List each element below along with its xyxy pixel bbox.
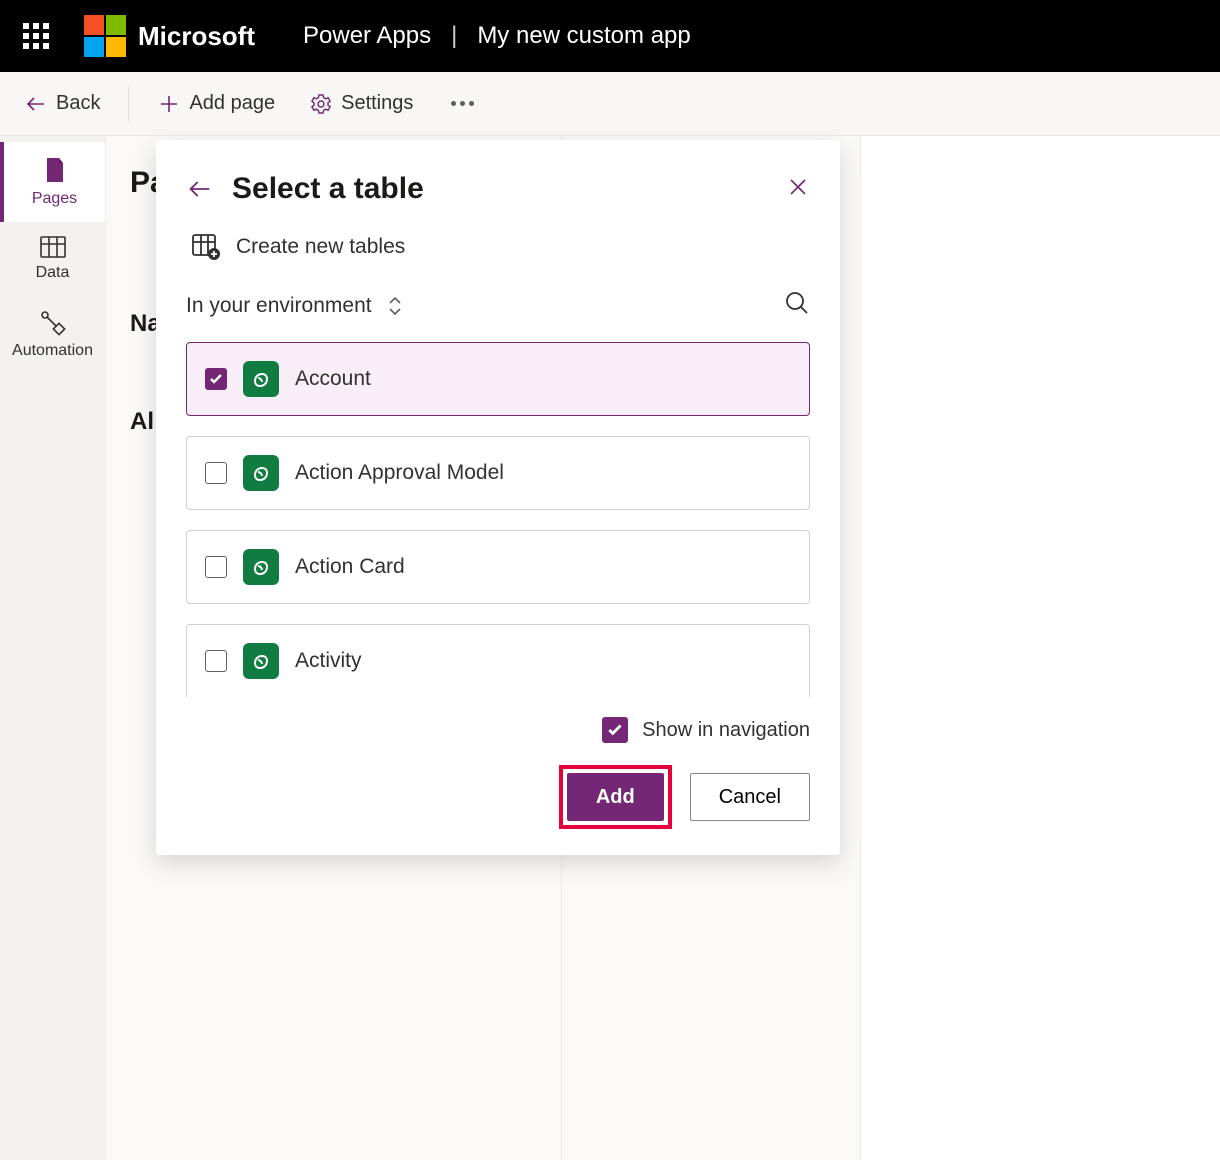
preview-pane bbox=[860, 136, 1220, 1160]
plus-icon bbox=[157, 92, 181, 116]
rail-item-data[interactable]: Data bbox=[0, 222, 105, 296]
dataverse-icon bbox=[243, 361, 279, 397]
add-page-button[interactable]: Add page bbox=[145, 86, 287, 122]
rail-pages-label: Pages bbox=[32, 190, 77, 208]
content-column: Pa Na Al Select a table Cr bbox=[106, 136, 1220, 1160]
add-button-highlight: Add bbox=[559, 765, 672, 829]
microsoft-logo-icon bbox=[84, 15, 126, 57]
global-header: Microsoft Power Apps | My new custom app bbox=[0, 0, 1220, 72]
rail-item-pages[interactable]: Pages bbox=[0, 142, 105, 222]
dialog-title: Select a table bbox=[232, 172, 768, 206]
create-new-tables-button[interactable]: Create new tables bbox=[186, 234, 810, 290]
arrow-left-icon bbox=[24, 92, 48, 116]
table-label: Action Card bbox=[295, 555, 405, 579]
flow-icon bbox=[40, 310, 66, 336]
rail-automation-label: Automation bbox=[12, 342, 93, 360]
select-table-dialog: Select a table Create new tables In your… bbox=[156, 140, 840, 855]
gear-icon bbox=[309, 92, 333, 116]
show-in-nav-checkbox[interactable] bbox=[602, 717, 628, 743]
microsoft-logo: Microsoft bbox=[84, 15, 255, 57]
checkbox[interactable] bbox=[205, 368, 227, 390]
show-in-nav-row: Show in navigation bbox=[186, 717, 810, 743]
dialog-header: Select a table bbox=[186, 172, 810, 206]
command-divider bbox=[128, 87, 129, 121]
rail-item-automation[interactable]: Automation bbox=[0, 296, 105, 374]
dialog-back-button[interactable] bbox=[186, 175, 214, 203]
waffle-icon bbox=[23, 23, 49, 49]
search-icon bbox=[784, 290, 810, 322]
back-button[interactable]: Back bbox=[12, 86, 112, 122]
table-label: Activity bbox=[295, 649, 362, 673]
table-list: Account Action Approval Model bbox=[186, 342, 810, 709]
app-launcher-button[interactable] bbox=[0, 23, 72, 49]
environment-label[interactable]: In your environment bbox=[186, 294, 372, 318]
search-button[interactable] bbox=[784, 290, 810, 322]
table-row-action-card[interactable]: Action Card bbox=[186, 530, 810, 604]
more-commands-button[interactable] bbox=[443, 93, 482, 114]
table-label: Account bbox=[295, 367, 371, 391]
breadcrumb-separator: | bbox=[451, 22, 457, 50]
add-page-label: Add page bbox=[189, 92, 275, 115]
table-label: Action Approval Model bbox=[295, 461, 504, 485]
cancel-button[interactable]: Cancel bbox=[690, 773, 810, 821]
back-label: Back bbox=[56, 92, 100, 115]
rail-data-label: Data bbox=[36, 264, 70, 282]
command-bar: Back Add page Settings bbox=[0, 72, 1220, 136]
sort-toggle-icon[interactable] bbox=[386, 295, 404, 317]
table-row-action-approval-model[interactable]: Action Approval Model bbox=[186, 436, 810, 510]
table-icon bbox=[40, 236, 66, 258]
close-button[interactable] bbox=[786, 175, 810, 204]
dialog-footer: Add Cancel bbox=[186, 765, 810, 829]
settings-button[interactable]: Settings bbox=[297, 86, 425, 122]
close-icon bbox=[786, 175, 810, 204]
table-plus-icon bbox=[192, 234, 220, 260]
dataverse-icon bbox=[243, 549, 279, 585]
show-in-nav-label: Show in navigation bbox=[642, 719, 810, 742]
add-button[interactable]: Add bbox=[567, 773, 664, 821]
settings-label: Settings bbox=[341, 92, 413, 115]
checkbox[interactable] bbox=[205, 650, 227, 672]
dataverse-icon bbox=[243, 643, 279, 679]
create-new-label: Create new tables bbox=[236, 235, 405, 259]
microsoft-wordmark: Microsoft bbox=[138, 21, 255, 52]
environment-filter-row: In your environment bbox=[186, 290, 810, 322]
main-area: Pages Data Automation Pa Na Al Select bbox=[0, 136, 1220, 1160]
table-row-activity[interactable]: Activity bbox=[186, 624, 810, 697]
breadcrumb: Power Apps | My new custom app bbox=[303, 22, 691, 50]
page-icon bbox=[43, 156, 67, 184]
breadcrumb-app[interactable]: Power Apps bbox=[303, 22, 431, 50]
dataverse-icon bbox=[243, 455, 279, 491]
left-rail: Pages Data Automation bbox=[0, 136, 106, 1160]
breadcrumb-appname[interactable]: My new custom app bbox=[477, 22, 690, 50]
checkbox[interactable] bbox=[205, 556, 227, 578]
table-row-account[interactable]: Account bbox=[186, 342, 810, 416]
checkbox[interactable] bbox=[205, 462, 227, 484]
